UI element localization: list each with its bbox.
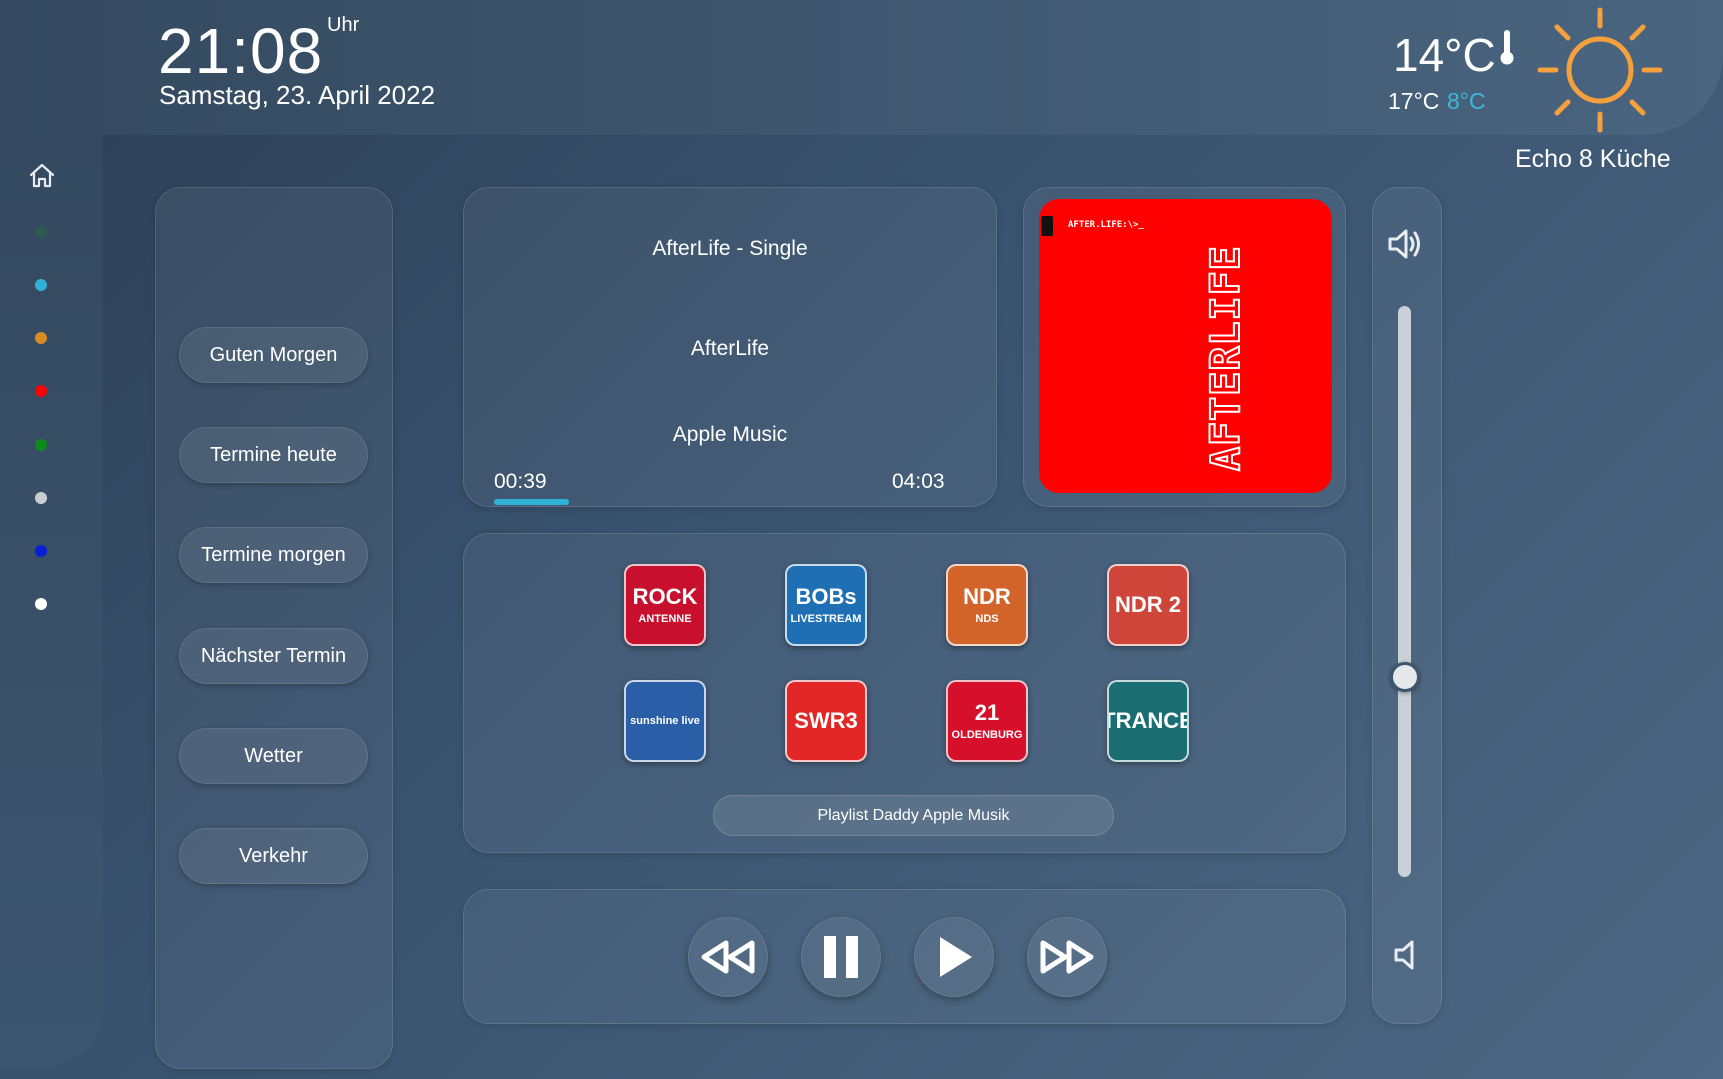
clock-time: 21:08 — [158, 15, 324, 87]
fast-forward-button[interactable] — [1027, 917, 1107, 997]
volume-slider-handle[interactable] — [1390, 662, 1420, 693]
station-tile[interactable]: sunshine live — [624, 680, 706, 762]
station-tile[interactable]: NDR 2 — [1107, 564, 1189, 646]
station-tile[interactable]: ROCK ANTENNE — [624, 564, 706, 646]
pause-icon — [824, 936, 858, 978]
station-subtitle: LIVESTREAM — [790, 612, 862, 625]
playback-source: Apple Music — [672, 423, 788, 446]
station-tile[interactable]: 21 OLDENBURG — [946, 680, 1028, 762]
album-art — [1039, 199, 1332, 493]
album-title: AfterLife - Single — [652, 237, 808, 260]
station-tile[interactable]: SWR3 — [785, 680, 867, 762]
station-name: ROCK — [632, 584, 698, 610]
station-tile[interactable]: TRANCE — [1107, 680, 1189, 762]
track-progress-fill — [494, 499, 570, 505]
device-name: Echo 8 Küche — [1515, 145, 1671, 173]
album-art-header-text: AFTER.LIFE:\>_ — [1068, 220, 1144, 230]
current-temperature: 14°C — [1393, 29, 1496, 81]
nav-dot[interactable] — [35, 439, 47, 451]
station-name: TRANCE — [1109, 707, 1187, 733]
sun-icon — [1537, 7, 1663, 133]
routine-wetter-button[interactable]: Wetter — [179, 728, 368, 784]
station-name: NDR 2 — [1114, 591, 1181, 617]
nav-dot[interactable] — [35, 279, 47, 291]
volume-slider-track[interactable] — [1398, 306, 1411, 877]
elapsed-time: 00:39 — [494, 470, 547, 493]
temperature-low: 8°C — [1447, 88, 1486, 114]
volume-down-icon[interactable] — [1393, 939, 1417, 971]
nav-dot[interactable] — [35, 492, 47, 504]
play-icon — [940, 937, 972, 977]
routine-verkehr-button[interactable]: Verkehr — [179, 828, 368, 884]
fast-forward-icon — [1040, 940, 1094, 974]
temperature-high: 17°C — [1388, 88, 1440, 114]
routine-termine-morgen-button[interactable]: Termine morgen — [179, 527, 368, 583]
station-subtitle: ANTENNE — [638, 612, 692, 625]
rewind-icon — [701, 940, 755, 974]
nav-dot[interactable] — [35, 545, 47, 557]
sidebar — [0, 135, 103, 1067]
art-label-icon — [1041, 216, 1053, 236]
playlist-button[interactable]: Playlist Daddy Apple Musik — [713, 795, 1114, 836]
station-name: SWR3 — [794, 707, 858, 733]
pause-button[interactable] — [801, 917, 881, 997]
track-title: AfterLife — [690, 337, 770, 360]
routine-termine-heute-button[interactable]: Termine heute — [179, 427, 368, 483]
station-name: sunshine live — [630, 714, 700, 727]
station-subtitle: NDS — [975, 612, 999, 625]
play-button[interactable] — [914, 917, 994, 997]
station-subtitle: OLDENBURG — [951, 728, 1023, 741]
home-icon[interactable] — [28, 162, 56, 188]
nav-dot[interactable] — [35, 385, 47, 397]
rewind-button[interactable] — [688, 917, 768, 997]
volume-up-icon[interactable] — [1386, 226, 1426, 262]
nav-dot[interactable] — [35, 598, 47, 610]
thermometer-icon — [1500, 30, 1514, 65]
track-progress-bar[interactable] — [494, 499, 964, 505]
playback-controls-panel — [463, 889, 1346, 1024]
station-name: 21 — [974, 700, 1000, 726]
station-tile[interactable]: NDR NDS — [946, 564, 1028, 646]
station-name: BOBs — [795, 584, 857, 610]
station-tile[interactable]: BOBs LIVESTREAM — [785, 564, 867, 646]
routine-naechster-termin-button[interactable]: Nächster Termin — [179, 628, 368, 684]
track-duration: 04:03 — [892, 470, 945, 493]
album-art-cover-text: AFTERLIFE — [1202, 244, 1250, 472]
station-name: NDR — [963, 584, 1011, 610]
clock-unit: Uhr — [327, 14, 360, 36]
nav-dot[interactable] — [35, 226, 47, 238]
routine-guten-morgen-button[interactable]: Guten Morgen — [179, 327, 368, 383]
date-label: Samstag, 23. April 2022 — [159, 80, 436, 110]
nav-dot[interactable] — [35, 332, 47, 344]
